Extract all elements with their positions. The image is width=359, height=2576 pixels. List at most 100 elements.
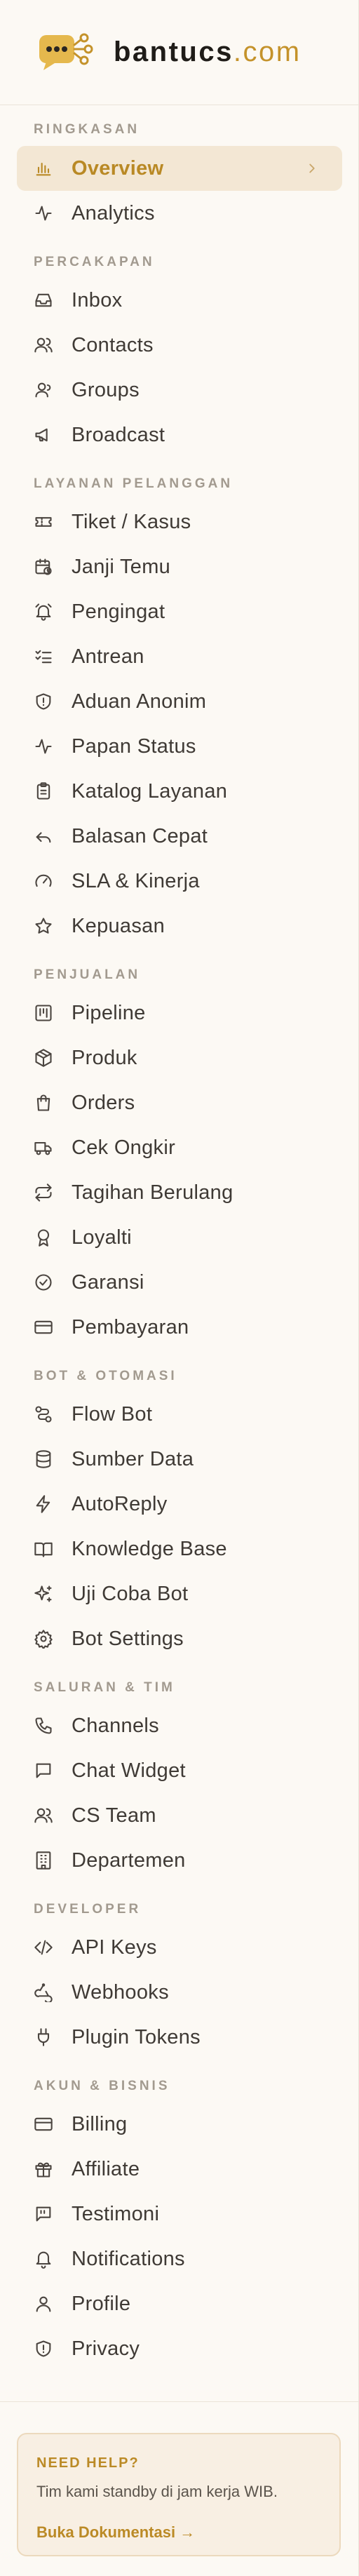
nav-tiket[interactable]: Tiket / Kasus (17, 499, 342, 544)
nav-garansi-label: Garansi (72, 1270, 144, 1294)
nav-profile[interactable]: Profile (17, 2281, 342, 2326)
nav-plugintokens-label: Plugin Tokens (72, 2025, 201, 2048)
database-icon (34, 1449, 53, 1469)
brand-name-text: bantucs (114, 36, 233, 67)
nav-analytics-label: Analytics (72, 201, 155, 224)
book-open-icon (34, 1539, 53, 1559)
truck-icon (34, 1138, 53, 1158)
help-card: NEED HELP? Tim kami standby di jam kerja… (17, 2433, 341, 2556)
nav-apikeys[interactable]: API Keys (17, 1925, 342, 1970)
nav-produk-label: Produk (72, 1046, 137, 1069)
shield-icon (34, 2339, 53, 2359)
nav-botsettings[interactable]: Bot Settings (17, 1616, 342, 1661)
nav-testimoni[interactable]: Testimoni (17, 2192, 342, 2236)
nav-tagihan-label: Tagihan Berulang (72, 1181, 233, 1204)
chevron-right-icon (304, 161, 320, 176)
nav-groups[interactable]: Groups (17, 368, 342, 412)
nav-channels[interactable]: Channels (17, 1703, 342, 1748)
list-checks-icon (34, 647, 53, 666)
nav-profile-label: Profile (72, 2292, 131, 2315)
nav-webhooks-label: Webhooks (72, 1980, 169, 2004)
nav-garansi[interactable]: Garansi (17, 1260, 342, 1305)
nav-sumberdata[interactable]: Sumber Data (17, 1437, 342, 1482)
nav-pengingat[interactable]: Pengingat (17, 589, 342, 634)
nav-contacts[interactable]: Contacts (17, 323, 342, 368)
phone-icon (34, 1716, 53, 1736)
nav-kepuasan[interactable]: Kepuasan (17, 904, 342, 948)
nav-ongkir[interactable]: Cek Ongkir (17, 1125, 342, 1170)
nav-flowbot[interactable]: Flow Bot (17, 1392, 342, 1437)
activity-icon (34, 203, 53, 223)
nav-kb[interactable]: Knowledge Base (17, 1527, 342, 1571)
nav-papan[interactable]: Papan Status (17, 724, 342, 769)
nav-overview[interactable]: Overview (17, 146, 342, 191)
nav-analytics[interactable]: Analytics (17, 191, 342, 236)
help-title: NEED HELP? (36, 2455, 140, 2471)
nav-inbox[interactable]: Inbox (17, 278, 342, 323)
activity-icon (34, 737, 53, 756)
megaphone-icon (34, 425, 53, 445)
nav-sla[interactable]: SLA & Kinerja (17, 859, 342, 904)
nav-balasan[interactable]: Balasan Cepat (17, 814, 342, 859)
brand-name[interactable]: bantucs.com (114, 36, 302, 68)
nav-orders[interactable]: Orders (17, 1080, 342, 1125)
nav-balasan-label: Balasan Cepat (72, 824, 208, 847)
user-group-icon (34, 380, 53, 400)
nav-pipeline[interactable]: Pipeline (17, 991, 342, 1035)
nav-pembayaran[interactable]: Pembayaran (17, 1305, 342, 1350)
nav-aduan[interactable]: Aduan Anonim (17, 679, 342, 724)
nav-chatwidget[interactable]: Chat Widget (17, 1748, 342, 1793)
nav-notifications[interactable]: Notifications (17, 2236, 342, 2281)
nav-webhooks[interactable]: Webhooks (17, 1970, 342, 2015)
user-icon (34, 2294, 53, 2314)
nav-csteam[interactable]: CS Team (17, 1793, 342, 1838)
gauge-icon (34, 871, 53, 891)
nav-tagihan[interactable]: Tagihan Berulang (17, 1170, 342, 1215)
kanban-icon (34, 1003, 53, 1023)
bar-chart-icon (34, 159, 53, 178)
nav-broadcast-label: Broadcast (72, 423, 165, 446)
nav-broadcast[interactable]: Broadcast (17, 412, 342, 457)
nav-sumberdata-label: Sumber Data (72, 1447, 194, 1470)
nav-testimoni-label: Testimoni (72, 2202, 160, 2225)
nav-autoreply[interactable]: AutoReply (17, 1482, 342, 1527)
nav-kb-label: Knowledge Base (72, 1537, 227, 1560)
nav-contacts-label: Contacts (72, 333, 154, 356)
nav-janji[interactable]: Janji Temu (17, 544, 342, 589)
nav-loyalti[interactable]: Loyalti (17, 1215, 342, 1260)
nav-groups-label: Groups (72, 378, 140, 401)
inbox-icon (34, 290, 53, 310)
nav-privacy[interactable]: Privacy (17, 2326, 342, 2371)
nav-plugintokens[interactable]: Plugin Tokens (17, 2015, 342, 2060)
gear-icon (34, 1629, 53, 1650)
nav-janji-label: Janji Temu (72, 555, 171, 578)
nav-produk[interactable]: Produk (17, 1035, 342, 1080)
ticket-icon (34, 512, 53, 532)
nav-ujicoba[interactable]: Uji Coba Bot (17, 1571, 342, 1616)
section-ringkasan: RINGKASAN (34, 122, 140, 137)
nav-departemen[interactable]: Departemen (17, 1838, 342, 1883)
nav-csteam-label: CS Team (72, 1804, 156, 1827)
nav-ujicoba-label: Uji Coba Bot (72, 1582, 189, 1605)
repeat-icon (34, 1183, 53, 1202)
shield-alert-icon (34, 692, 53, 711)
nav-overview-label: Overview (72, 156, 164, 180)
nav-billing[interactable]: Billing (17, 2102, 342, 2147)
nav-aduan-label: Aduan Anonim (72, 690, 207, 713)
workflow-icon (34, 1404, 53, 1424)
section-percakapan: PERCAKAPAN (34, 255, 155, 269)
nav-orders-label: Orders (72, 1091, 135, 1114)
building-icon (34, 1851, 53, 1870)
section-layanan: LAYANAN PELANGGAN (34, 476, 233, 491)
nav-antrean[interactable]: Antrean (17, 634, 342, 679)
docs-link[interactable]: Buka Dokumentasi → (36, 2523, 195, 2542)
nav-papan-label: Papan Status (72, 734, 196, 758)
users-icon (34, 335, 53, 355)
message-quote-icon (34, 2204, 53, 2224)
nav-katalog[interactable]: Katalog Layanan (17, 769, 342, 814)
brand-tld: .com (233, 36, 302, 67)
calendar-clock-icon (34, 557, 53, 577)
section-akun: AKUN & BISNIS (34, 2079, 170, 2093)
nav-apikeys-label: API Keys (72, 1936, 157, 1959)
nav-affiliate[interactable]: Affiliate (17, 2147, 342, 2192)
